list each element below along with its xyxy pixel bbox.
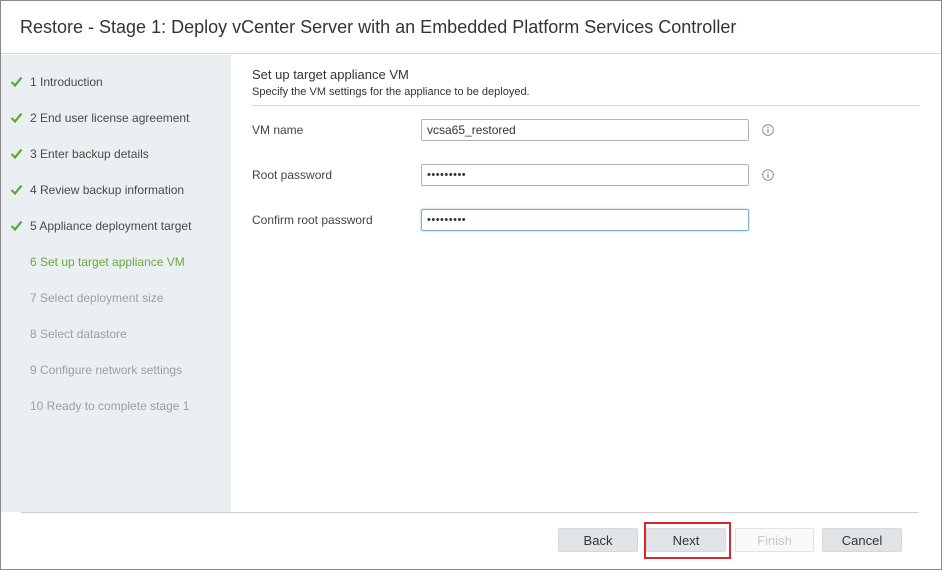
step-label: 7 Select deployment size: [30, 291, 164, 305]
wizard-content: Set up target appliance VM Specify the V…: [232, 55, 941, 512]
next-button-highlight: [644, 522, 731, 559]
back-button[interactable]: Back: [558, 528, 638, 552]
step-label: 3 Enter backup details: [30, 147, 149, 161]
check-icon: [10, 184, 23, 196]
page-heading: Set up target appliance VM: [252, 67, 409, 82]
check-icon: [10, 76, 23, 88]
step-label: 2 End user license agreement: [30, 111, 190, 125]
check-icon: [10, 220, 23, 232]
root-password-input[interactable]: •••••••••: [421, 164, 749, 186]
heading-divider: [252, 105, 920, 106]
restore-wizard-window: Restore - Stage 1: Deploy vCenter Server…: [0, 0, 942, 570]
check-icon: [10, 112, 23, 124]
vm-name-label: VM name: [252, 123, 304, 137]
step-label: 10 Ready to complete stage 1: [30, 399, 190, 413]
step-label: 1 Introduction: [30, 75, 103, 89]
confirm-password-label: Confirm root password: [252, 213, 373, 227]
check-icon: [10, 148, 23, 160]
info-icon[interactable]: [762, 124, 774, 136]
step-label: 8 Select datastore: [30, 327, 127, 341]
step-label: 6 Set up target appliance VM: [30, 255, 185, 269]
wizard-steps-sidebar: 1 Introduction 2 End user license agreem…: [1, 55, 231, 512]
footer-divider: [21, 512, 919, 513]
step-label: 9 Configure network settings: [30, 363, 183, 377]
page-subheading: Specify the VM settings for the applianc…: [252, 86, 530, 98]
vm-name-input[interactable]: vcsa65_restored: [421, 119, 749, 141]
finish-button: Finish: [735, 528, 814, 552]
window-title: Restore - Stage 1: Deploy vCenter Server…: [1, 1, 941, 54]
root-password-label: Root password: [252, 168, 333, 182]
confirm-password-input[interactable]: •••••••••: [421, 209, 749, 231]
step-label: 5 Appliance deployment target: [30, 219, 192, 233]
info-icon[interactable]: [762, 169, 774, 181]
cancel-button[interactable]: Cancel: [822, 528, 902, 552]
step-label: 4 Review backup information: [30, 183, 185, 197]
